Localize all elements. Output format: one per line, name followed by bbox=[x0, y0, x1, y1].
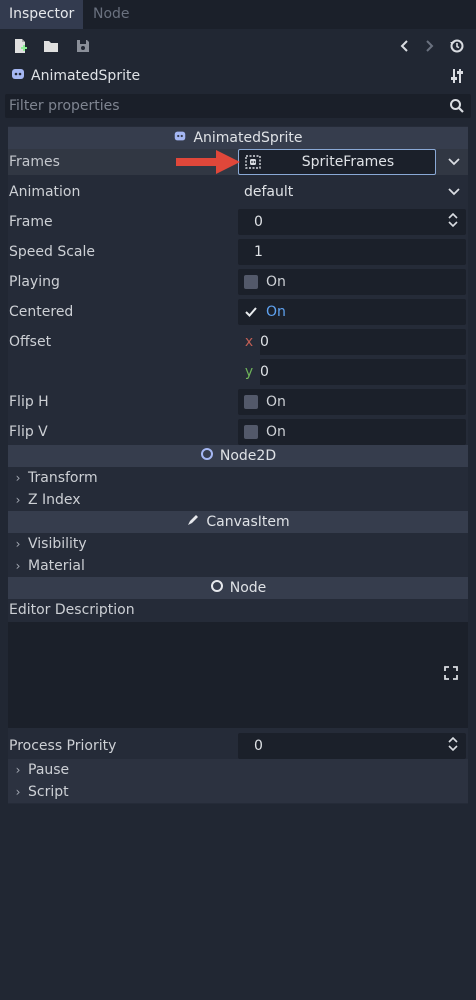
frames-resource-picker[interactable]: SpriteFrames bbox=[238, 149, 436, 175]
chevron-down-icon bbox=[448, 154, 460, 170]
frame-spinbox[interactable]: 0 bbox=[238, 209, 466, 235]
canvas-item-icon bbox=[186, 513, 200, 531]
object-settings-icon[interactable] bbox=[446, 65, 468, 87]
spinner-icon[interactable] bbox=[448, 212, 458, 231]
editor-description-label: Editor Description bbox=[9, 602, 135, 618]
flip-v-value: On bbox=[266, 424, 286, 440]
filter-properties-input[interactable] bbox=[5, 94, 443, 118]
process-priority-label: Process Priority bbox=[9, 738, 117, 754]
playing-label: Playing bbox=[9, 274, 60, 290]
offset-y-field[interactable]: y 0 bbox=[238, 359, 466, 385]
process-priority-spinbox[interactable]: 0 bbox=[238, 733, 466, 759]
offset-x-field[interactable]: x 0 bbox=[238, 329, 466, 355]
playing-value: On bbox=[266, 274, 286, 290]
frame-label: Frame bbox=[9, 214, 53, 230]
expand-editor-button[interactable] bbox=[434, 622, 468, 728]
history-forward-icon[interactable] bbox=[418, 35, 440, 57]
section-canvas-item: CanvasItem bbox=[8, 511, 468, 533]
speed-scale-value: 1 bbox=[254, 244, 263, 260]
group-pause[interactable]: › Pause bbox=[8, 759, 468, 781]
inspector-tab-bar: Inspector Node bbox=[0, 0, 476, 29]
section-animated-sprite: AnimatedSprite bbox=[8, 127, 468, 149]
search-icon bbox=[449, 98, 465, 114]
chevron-right-icon: › bbox=[15, 763, 21, 777]
sprite-frames-icon bbox=[245, 154, 261, 170]
expand-icon bbox=[444, 666, 458, 684]
chevron-right-icon: › bbox=[15, 785, 21, 799]
animation-label: Animation bbox=[9, 184, 81, 200]
speed-scale-field[interactable]: 1 bbox=[238, 239, 466, 265]
node-icon bbox=[210, 579, 224, 597]
flip-h-value: On bbox=[266, 394, 286, 410]
flip-v-label: Flip V bbox=[9, 424, 48, 440]
animated-sprite-icon bbox=[10, 66, 28, 84]
node2d-icon bbox=[200, 447, 214, 465]
chevron-right-icon: › bbox=[15, 537, 21, 551]
frames-dropdown-button[interactable] bbox=[440, 149, 468, 175]
check-icon bbox=[244, 305, 258, 319]
section-node: Node bbox=[8, 577, 468, 599]
tab-node[interactable]: Node bbox=[84, 0, 139, 29]
animation-value: default bbox=[244, 184, 294, 200]
speed-scale-label: Speed Scale bbox=[9, 244, 96, 260]
frames-value: SpriteFrames bbox=[301, 154, 395, 170]
checkbox-box bbox=[244, 275, 258, 289]
editor-description-textarea[interactable] bbox=[8, 622, 434, 728]
chevron-down-icon bbox=[448, 184, 460, 200]
offset-x-axis-label: x bbox=[238, 329, 260, 355]
group-transform[interactable]: › Transform bbox=[8, 467, 468, 489]
group-visibility[interactable]: › Visibility bbox=[8, 533, 468, 555]
offset-y-axis-label: y bbox=[238, 359, 260, 385]
group-z-index[interactable]: › Z Index bbox=[8, 489, 468, 511]
new-resource-icon[interactable] bbox=[9, 35, 31, 57]
checkbox-box bbox=[244, 425, 258, 439]
flip-h-label: Flip H bbox=[9, 394, 49, 410]
chevron-right-icon: › bbox=[15, 471, 21, 485]
section-node2d: Node2D bbox=[8, 445, 468, 467]
group-script[interactable]: › Script bbox=[8, 781, 468, 803]
process-priority-value: 0 bbox=[254, 738, 263, 754]
centered-value: On bbox=[266, 304, 286, 320]
group-material[interactable]: › Material bbox=[8, 555, 468, 577]
offset-x-value: 0 bbox=[260, 334, 269, 350]
frames-label: Frames bbox=[9, 154, 60, 170]
animated-sprite-icon bbox=[173, 129, 187, 147]
flip-h-checkbox[interactable]: On bbox=[238, 389, 466, 415]
spinner-icon[interactable] bbox=[448, 736, 458, 755]
centered-label: Centered bbox=[9, 304, 74, 320]
flip-v-checkbox[interactable]: On bbox=[238, 419, 466, 445]
playing-checkbox[interactable]: On bbox=[238, 269, 466, 295]
object-name: AnimatedSprite bbox=[31, 68, 141, 84]
filter-properties bbox=[5, 94, 471, 118]
offset-label: Offset bbox=[9, 334, 52, 350]
history-back-icon[interactable] bbox=[394, 35, 416, 57]
save-resource-icon[interactable] bbox=[72, 35, 94, 57]
checkbox-box bbox=[244, 395, 258, 409]
chevron-right-icon: › bbox=[15, 559, 21, 573]
animation-dropdown[interactable]: default bbox=[238, 179, 466, 205]
tab-inspector[interactable]: Inspector bbox=[0, 0, 84, 29]
offset-y-value: 0 bbox=[260, 364, 269, 380]
annotation-arrow bbox=[176, 150, 242, 174]
frame-value: 0 bbox=[254, 214, 263, 230]
open-resource-icon[interactable] bbox=[40, 35, 62, 57]
centered-checkbox[interactable]: On bbox=[238, 299, 466, 325]
chevron-right-icon: › bbox=[15, 493, 21, 507]
history-icon[interactable] bbox=[446, 35, 468, 57]
